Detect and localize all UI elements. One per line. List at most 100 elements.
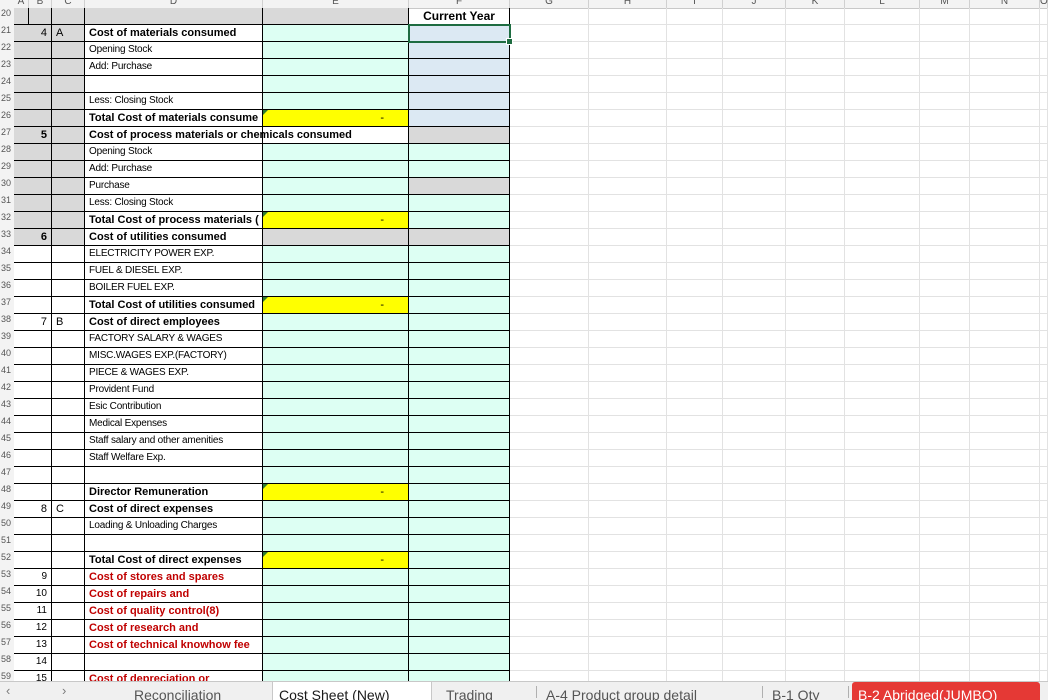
empty-cell[interactable] xyxy=(667,382,723,399)
line-item-label[interactable]: Cost of quality control(8) xyxy=(85,603,263,620)
empty-cell[interactable] xyxy=(667,399,723,416)
empty-cell[interactable] xyxy=(510,110,589,127)
empty-cell[interactable] xyxy=(845,25,920,42)
section-letter-cell[interactable] xyxy=(52,365,85,382)
empty-cell[interactable] xyxy=(786,518,845,535)
empty-cell[interactable] xyxy=(589,76,667,93)
empty-cell[interactable] xyxy=(786,501,845,518)
empty-cell[interactable] xyxy=(723,59,786,76)
serial-number-cell[interactable] xyxy=(14,399,52,416)
empty-cell[interactable] xyxy=(845,450,920,467)
empty-cell[interactable] xyxy=(786,620,845,637)
empty-cell[interactable] xyxy=(667,365,723,382)
empty-cell[interactable] xyxy=(510,59,589,76)
empty-cell[interactable] xyxy=(510,297,589,314)
empty-cell[interactable] xyxy=(786,467,845,484)
serial-number-cell[interactable] xyxy=(14,195,52,212)
serial-number-cell[interactable] xyxy=(14,110,52,127)
empty-cell[interactable] xyxy=(786,195,845,212)
empty-cell[interactable] xyxy=(1040,229,1048,246)
empty-cell[interactable] xyxy=(510,212,589,229)
empty-cell[interactable] xyxy=(845,671,920,681)
empty-cell[interactable] xyxy=(510,229,589,246)
current-year-cell[interactable] xyxy=(409,178,510,195)
empty-cell[interactable] xyxy=(970,331,1040,348)
amount-cell[interactable] xyxy=(263,382,409,399)
line-item-label[interactable]: Opening Stock xyxy=(85,144,263,161)
amount-cell[interactable]: - xyxy=(263,110,409,127)
amount-cell[interactable]: - xyxy=(263,297,409,314)
section-letter-cell[interactable] xyxy=(52,450,85,467)
empty-cell[interactable] xyxy=(667,552,723,569)
line-item-label[interactable]: Add: Purchase xyxy=(85,161,263,178)
sheet-tab[interactable]: Cost Sheet (New) xyxy=(272,682,432,700)
empty-cell[interactable] xyxy=(510,25,589,42)
empty-cell[interactable] xyxy=(589,127,667,144)
section-letter-cell[interactable] xyxy=(52,382,85,399)
empty-cell[interactable] xyxy=(723,144,786,161)
empty-cell[interactable] xyxy=(920,314,970,331)
column-header-k[interactable]: K xyxy=(786,0,845,8)
empty-cell[interactable] xyxy=(1040,501,1048,518)
empty-cell[interactable] xyxy=(589,603,667,620)
line-item-label[interactable]: Staff Welfare Exp. xyxy=(85,450,263,467)
current-year-cell[interactable] xyxy=(409,348,510,365)
empty-cell[interactable] xyxy=(970,467,1040,484)
empty-cell[interactable] xyxy=(589,8,667,25)
section-letter-cell[interactable] xyxy=(52,229,85,246)
empty-cell[interactable] xyxy=(589,161,667,178)
empty-cell[interactable] xyxy=(845,144,920,161)
empty-cell[interactable] xyxy=(970,127,1040,144)
section-letter-cell[interactable] xyxy=(52,518,85,535)
empty-cell[interactable] xyxy=(589,382,667,399)
amount-cell[interactable] xyxy=(263,603,409,620)
section-letter-cell[interactable] xyxy=(52,433,85,450)
empty-cell[interactable] xyxy=(510,484,589,501)
empty-cell[interactable] xyxy=(845,127,920,144)
empty-cell[interactable] xyxy=(920,433,970,450)
empty-cell[interactable] xyxy=(920,348,970,365)
current-year-cell[interactable] xyxy=(409,212,510,229)
empty-cell[interactable] xyxy=(970,212,1040,229)
empty-cell[interactable] xyxy=(970,535,1040,552)
empty-cell[interactable] xyxy=(786,144,845,161)
empty-cell[interactable] xyxy=(510,501,589,518)
section-letter-cell[interactable] xyxy=(52,127,85,144)
section-letter-cell[interactable] xyxy=(52,399,85,416)
line-item-label[interactable] xyxy=(85,76,263,93)
empty-cell[interactable] xyxy=(510,314,589,331)
empty-cell[interactable] xyxy=(786,552,845,569)
empty-cell[interactable] xyxy=(510,637,589,654)
empty-cell[interactable] xyxy=(510,42,589,59)
line-item-label[interactable]: Opening Stock xyxy=(85,42,263,59)
section-letter-cell[interactable] xyxy=(52,212,85,229)
empty-cell[interactable] xyxy=(589,586,667,603)
empty-cell[interactable] xyxy=(723,433,786,450)
empty-cell[interactable] xyxy=(667,127,723,144)
empty-cell[interactable] xyxy=(723,365,786,382)
empty-cell[interactable] xyxy=(920,161,970,178)
empty-cell[interactable] xyxy=(589,433,667,450)
empty-cell[interactable] xyxy=(723,161,786,178)
empty-cell[interactable] xyxy=(1040,297,1048,314)
serial-number-cell[interactable] xyxy=(14,178,52,195)
empty-cell[interactable] xyxy=(589,348,667,365)
empty-cell[interactable] xyxy=(786,399,845,416)
current-year-cell[interactable] xyxy=(409,586,510,603)
empty-cell[interactable] xyxy=(920,263,970,280)
empty-cell[interactable] xyxy=(723,246,786,263)
empty-cell[interactable] xyxy=(510,654,589,671)
line-item-label[interactable]: Cost of direct expenses xyxy=(85,501,263,518)
empty-cell[interactable] xyxy=(667,416,723,433)
empty-cell[interactable] xyxy=(589,144,667,161)
line-item-label[interactable]: Staff salary and other amenities xyxy=(85,433,263,450)
empty-cell[interactable] xyxy=(786,450,845,467)
empty-cell[interactable] xyxy=(667,263,723,280)
empty-cell[interactable] xyxy=(1040,161,1048,178)
empty-cell[interactable] xyxy=(1040,59,1048,76)
section-letter-cell[interactable] xyxy=(52,569,85,586)
current-year-cell[interactable] xyxy=(409,603,510,620)
empty-cell[interactable] xyxy=(786,161,845,178)
section-letter-cell[interactable] xyxy=(52,654,85,671)
header-cell[interactable] xyxy=(52,8,85,25)
